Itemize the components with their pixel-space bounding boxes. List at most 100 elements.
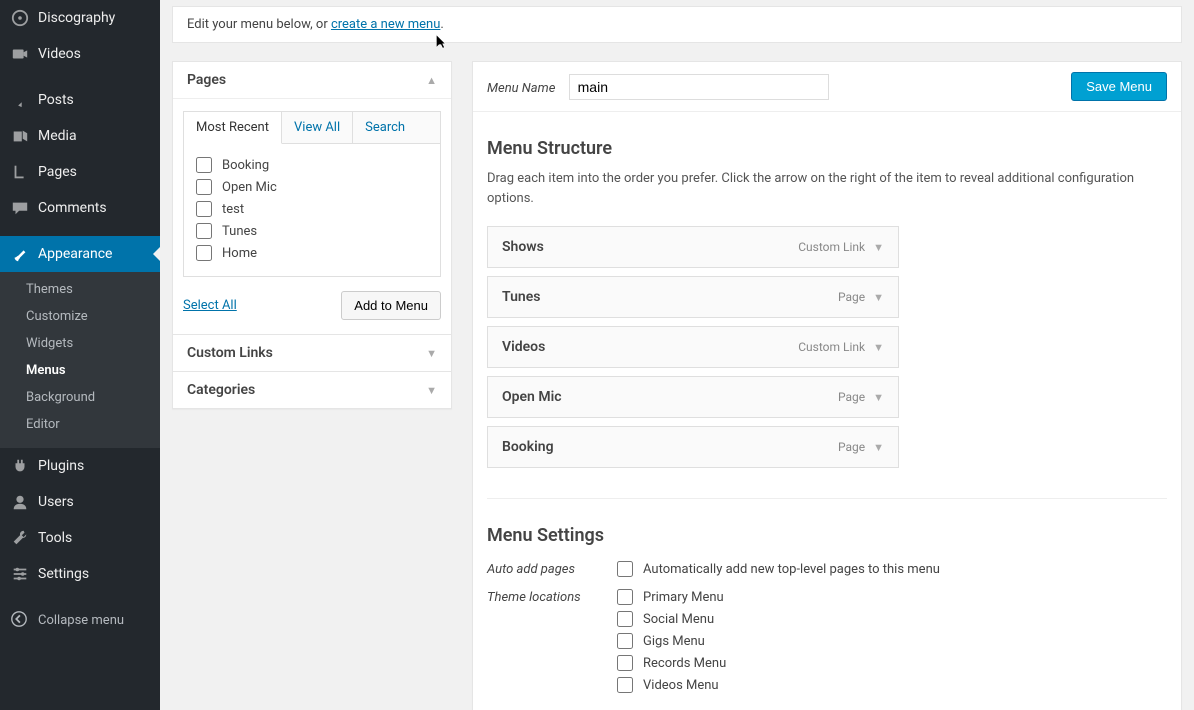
theme-location-text: Videos Menu [643,678,719,693]
sidebar-item-appearance[interactable]: Appearance [0,236,160,272]
pages-tabs: Most Recent View All Search [184,112,440,144]
sidebar-item-settings[interactable]: Settings [0,556,160,592]
sidebar-item-label: Videos [38,46,81,62]
menu-item-bar[interactable]: Tunes Page▼ [487,276,899,318]
submenu-menus[interactable]: Menus [12,357,160,384]
menu-item-title: Videos [502,339,545,355]
page-label: Open Mic [222,180,277,195]
menu-item-bar[interactable]: Booking Page▼ [487,426,899,468]
theme-location-checkbox[interactable] [617,611,633,627]
categories-postbox-toggle[interactable]: Categories ▼ [173,372,451,408]
auto-add-checkbox[interactable] [617,561,633,577]
submenu-background[interactable]: Background [12,384,160,411]
menu-item-type: Page [838,440,865,454]
tab-search[interactable]: Search [353,112,417,143]
page-checkbox[interactable] [196,179,212,195]
page-checkbox-row[interactable]: Booking [196,154,428,176]
page-checkbox[interactable] [196,157,212,173]
theme-location-row[interactable]: Primary Menu [617,588,726,606]
menu-item-bar[interactable]: Shows Custom Link▼ [487,226,899,268]
select-all-link[interactable]: Select All [183,298,237,313]
theme-location-row[interactable]: Gigs Menu [617,632,726,650]
menu-item-bar[interactable]: Open Mic Page ▼ [487,376,899,418]
disc-icon [10,8,30,28]
sidebar-item-comments[interactable]: Comments [0,190,160,226]
sidebar-item-plugins[interactable]: Plugins [0,448,160,484]
main-content: Edit your menu below, or create a new me… [160,0,1194,710]
auto-add-text: Automatically add new top-level pages to… [643,562,940,577]
theme-location-checkbox[interactable] [617,589,633,605]
theme-location-text: Records Menu [643,656,726,671]
theme-location-checkbox[interactable] [617,633,633,649]
triangle-down-icon: ▼ [426,347,437,360]
tab-most-recent[interactable]: Most Recent [184,112,282,144]
sidebar-item-posts[interactable]: Posts [0,82,160,118]
wrench-icon [10,528,30,548]
pages-postbox: Pages ▲ Most Recent View All Search Book… [172,61,452,335]
sidebar-item-media[interactable]: Media [0,118,160,154]
theme-location-checkbox[interactable] [617,677,633,693]
page-checkbox[interactable] [196,223,212,239]
submenu-themes[interactable]: Themes [12,276,160,303]
triangle-down-icon[interactable]: ▼ [873,341,884,354]
sidebar-item-label: Media [38,128,77,144]
save-menu-button[interactable]: Save Menu [1071,72,1167,101]
triangle-down-icon[interactable]: ▼ [873,241,884,254]
submenu-customize[interactable]: Customize [12,303,160,330]
menu-item-type: Page [838,390,865,404]
appearance-submenu: Themes Customize Widgets Menus Backgroun… [0,272,160,448]
page-checkbox-row[interactable]: Open Mic [196,176,428,198]
theme-location-text: Social Menu [643,612,714,627]
sidebar-item-tools[interactable]: Tools [0,520,160,556]
sidebar-item-users[interactable]: Users [0,484,160,520]
theme-location-text: Gigs Menu [643,634,705,649]
sidebar-item-pages[interactable]: Pages [0,154,160,190]
add-to-menu-button[interactable]: Add to Menu [341,291,441,320]
theme-location-row[interactable]: Videos Menu [617,676,726,694]
menu-structure-heading: Menu Structure [487,138,1167,159]
sidebar-item-discography[interactable]: Discography [0,0,160,36]
page-checkbox-row[interactable]: test [196,198,428,220]
page-label: Booking [222,158,269,173]
submenu-widgets[interactable]: Widgets [12,330,160,357]
create-new-menu-link[interactable]: create a new menu [331,17,440,32]
auto-add-checkbox-row[interactable]: Automatically add new top-level pages to… [617,560,940,578]
page-label: Tunes [222,224,257,239]
create-menu-notice: Edit your menu below, or create a new me… [172,6,1182,43]
custom-links-postbox: Custom Links ▼ [172,335,452,372]
page-label: Home [222,246,257,261]
page-checkbox[interactable] [196,201,212,217]
collapse-menu[interactable]: Collapse menu [0,602,160,638]
triangle-down-icon[interactable]: ▼ [873,391,884,404]
pages-postbox-title: Pages [187,72,226,88]
menu-settings-heading: Menu Settings [487,525,1167,546]
sidebar-item-label: Users [38,494,74,510]
menu-name-input[interactable] [569,74,829,100]
triangle-down-icon[interactable]: ▼ [873,291,884,304]
auto-add-pages-label: Auto add pages [487,560,617,577]
pages-postbox-toggle[interactable]: Pages ▲ [173,62,451,99]
page-checkbox-row[interactable]: Tunes [196,220,428,242]
page-checkbox-row[interactable]: Home [196,242,428,264]
theme-location-checkbox[interactable] [617,655,633,671]
theme-location-row[interactable]: Records Menu [617,654,726,672]
sidebar-item-videos[interactable]: Videos [0,36,160,72]
page-icon [10,162,30,182]
user-icon [10,492,30,512]
admin-sidebar: Discography Videos Posts Media Pages Com… [0,0,160,710]
menu-item-type: Custom Link [798,240,865,254]
submenu-editor[interactable]: Editor [12,411,160,438]
theme-location-row[interactable]: Social Menu [617,610,726,628]
tab-view-all[interactable]: View All [282,112,353,143]
sidebar-item-label: Appearance [38,246,112,262]
add-items-column: Pages ▲ Most Recent View All Search Book… [172,61,452,409]
menu-editor: Menu Name Save Menu Menu Structure Drag … [472,61,1182,710]
sliders-icon [10,564,30,584]
page-checkbox[interactable] [196,245,212,261]
triangle-down-icon[interactable]: ▼ [873,441,884,454]
categories-title: Categories [187,382,255,398]
sidebar-item-label: Comments [38,200,107,216]
menu-item-bar[interactable]: Videos Custom Link▼ [487,326,899,368]
menu-item-title: Open Mic [502,389,562,405]
custom-links-postbox-toggle[interactable]: Custom Links ▼ [173,335,451,371]
